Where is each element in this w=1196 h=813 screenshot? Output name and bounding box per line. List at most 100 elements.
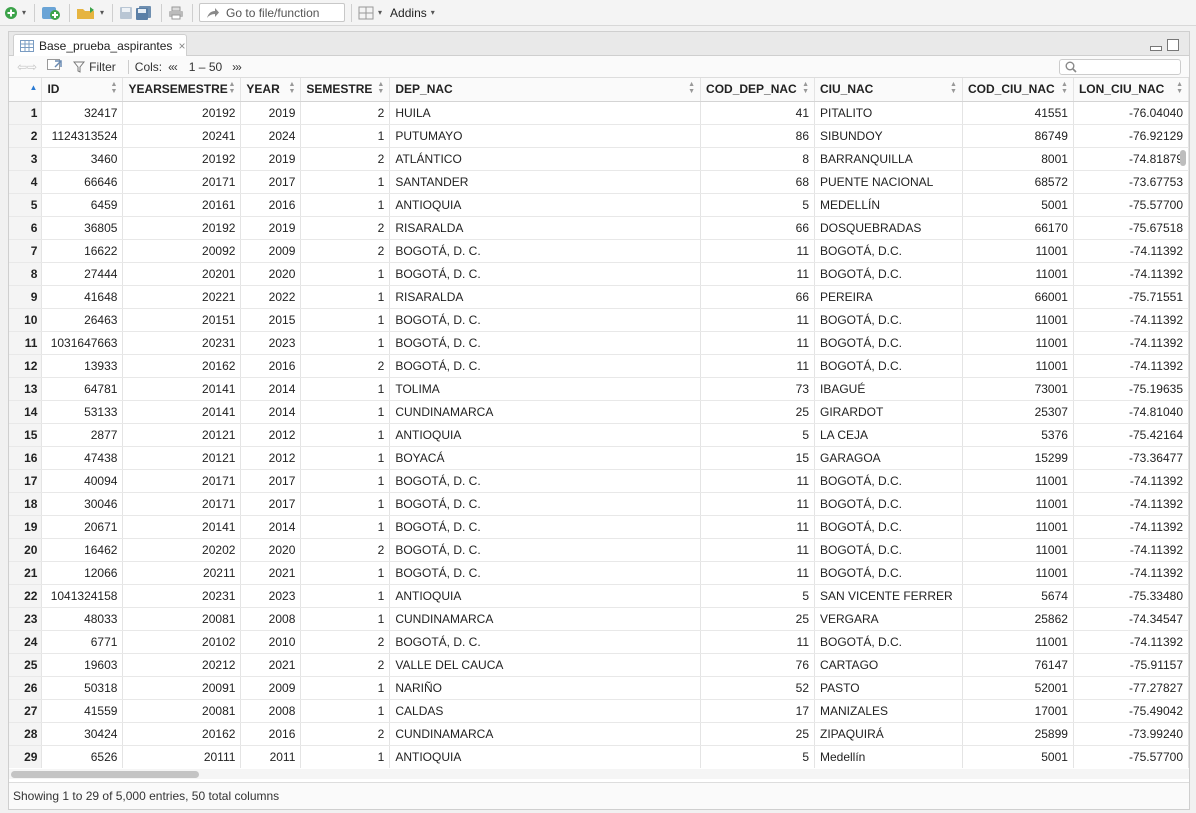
table-cell: 20081 (122, 607, 242, 631)
columns-prev-button[interactable]: «‹ (168, 60, 178, 74)
sort-icon[interactable]: ▲ ▼ (228, 81, 235, 95)
table-cell: -75.57700 (1073, 193, 1189, 217)
table-cell: 11001 (962, 239, 1074, 263)
table-cell: 20141 (122, 400, 242, 424)
table-cell: 20202 (122, 538, 242, 562)
chevron-down-icon[interactable]: ▾ (378, 8, 382, 17)
table-cell: 25 (700, 722, 815, 746)
column-header-dep-nac[interactable]: DEP_NAC ▲ ▼ (389, 78, 702, 102)
table-body: 1 32417 20192 2019 2 HUILA 41 PITALITO 41551 -76.… (9, 101, 1189, 768)
column-header-ciu-nac[interactable]: CIU_NAC ▲ ▼ (814, 78, 963, 102)
table-cell: 2008 (240, 607, 302, 631)
horizontal-scrollbar[interactable] (11, 771, 199, 778)
tab-base-prueba-aspirantes[interactable]: Base_prueba_aspirantes × (13, 34, 187, 56)
sort-icon[interactable]: ▲ ▼ (288, 81, 295, 95)
table-cell: -74.11392 (1073, 239, 1189, 263)
table-cell: ZIPAQUIRÁ (814, 722, 963, 746)
sort-icon[interactable]: ▲ ▼ (377, 81, 384, 95)
sort-icon[interactable]: ▲ ▼ (1061, 81, 1068, 95)
back-forward-icon[interactable]: ⇦⇨ (17, 60, 37, 74)
row-number: 8 (9, 262, 43, 286)
table-cell: -73.36477 (1073, 446, 1189, 470)
table-cell: 11001 (962, 469, 1074, 493)
row-number: 24 (9, 630, 43, 654)
table-row: 7 16622 20092 2009 2 BOGOTÁ, D. C. 11 BOGOTÁ, D… (9, 239, 1189, 263)
table-cell: BOGOTÁ, D. C. (389, 308, 702, 332)
table-cell: BOGOTÁ, D. C. (389, 331, 702, 355)
print-icon[interactable] (168, 3, 184, 23)
table-cell: NARIÑO (389, 676, 702, 700)
table-cell: PASTO (814, 676, 963, 700)
table-cell: VALLE DEL CAUCA (389, 653, 702, 677)
table-cell: -75.67518 (1073, 216, 1189, 240)
table-cell: 20221 (122, 285, 242, 309)
table-header-row: ▲ ID ▲ ▼ YEARSEMESTRE ▲ ▼ YEAR ▲ ▼ SEMESTRE ▲ ▼ DEP_… (9, 78, 1189, 102)
minimize-pane-icon[interactable] (1150, 46, 1162, 51)
table-cell: 20161 (122, 193, 242, 217)
table-cell: BARRANQUILLA (814, 147, 963, 171)
search-input[interactable] (1059, 59, 1181, 75)
column-header-lon-ciu-nac[interactable]: LON_CIU_NAC ▲ ▼ (1073, 78, 1189, 102)
column-header-id[interactable]: ID ▲ ▼ (41, 78, 124, 102)
table-cell: BOGOTÁ, D.C. (814, 354, 963, 378)
new-project-icon[interactable] (41, 3, 61, 23)
table-cell: 1 (300, 285, 391, 309)
vertical-scrollbar[interactable] (1180, 150, 1186, 166)
chevron-down-icon[interactable]: ▾ (22, 8, 26, 17)
column-header-semestre[interactable]: SEMESTRE ▲ ▼ (300, 78, 391, 102)
table-cell: 11 (700, 331, 815, 355)
table-cell: 20171 (122, 469, 242, 493)
table-row: 1 32417 20192 2019 2 HUILA 41 PITALITO 41551 -76.… (9, 101, 1189, 125)
sort-icon[interactable]: ▲ ▼ (802, 81, 809, 95)
columns-next-button[interactable]: ›» (232, 60, 242, 74)
open-folder-icon[interactable]: ▾ (76, 3, 104, 23)
table-cell: -75.33480 (1073, 584, 1189, 608)
data-table: ▲ ID ▲ ▼ YEARSEMESTRE ▲ ▼ YEAR ▲ ▼ SEMESTRE ▲ ▼ DEP_… (9, 78, 1189, 768)
table-cell: 11001 (962, 492, 1074, 516)
new-file-icon[interactable]: ▾ (4, 3, 26, 23)
pane-layout-icon[interactable]: ▾ (358, 3, 382, 23)
popout-window-icon[interactable] (47, 59, 63, 74)
table-cell: 11001 (962, 354, 1074, 378)
table-cell: -73.99240 (1073, 722, 1189, 746)
table-cell: 36805 (41, 216, 124, 240)
row-number: 25 (9, 653, 43, 677)
table-cell: BOGOTÁ, D. C. (389, 515, 702, 539)
chevron-down-icon[interactable]: ▾ (100, 8, 104, 17)
sort-icon[interactable]: ▲ ▼ (1176, 81, 1183, 95)
filter-button[interactable]: Filter (73, 60, 116, 74)
goto-file-function-input[interactable]: Go to file/function (199, 3, 346, 22)
table-row: 8 27444 20201 2020 1 BOGOTÁ, D. C. 11 BOGOTÁ, D… (9, 262, 1189, 286)
table-row: 4 66646 20171 2017 1 SANTANDER 68 PUENTE NACION… (9, 170, 1189, 194)
save-all-icon[interactable] (135, 3, 153, 23)
table-cell: 2024 (240, 124, 302, 148)
row-number-header[interactable]: ▲ (9, 78, 43, 102)
table-cell: 1 (300, 124, 391, 148)
sort-icon[interactable]: ▲ ▼ (111, 81, 118, 95)
addins-menu[interactable]: Addins ▾ (390, 6, 435, 20)
data-viewer-pane: Base_prueba_aspirantes × ⇦⇨ Filter Cols:… (8, 31, 1190, 810)
column-header-year[interactable]: YEAR ▲ ▼ (240, 78, 302, 102)
maximize-pane-icon[interactable] (1167, 39, 1179, 51)
save-icon[interactable] (119, 3, 133, 23)
column-header-yearsemestre[interactable]: YEARSEMESTRE ▲ ▼ (122, 78, 242, 102)
sort-icon[interactable]: ▲ ▼ (950, 81, 957, 95)
close-icon[interactable]: × (178, 39, 185, 53)
table-cell: -75.49042 (1073, 699, 1189, 723)
table-cell: -75.42164 (1073, 423, 1189, 447)
table-row: 5 6459 20161 2016 1 ANTIOQUIA 5 MEDELLÍN 5001 -75… (9, 193, 1189, 217)
table-cell: 25862 (962, 607, 1074, 631)
window-controls (1150, 39, 1179, 51)
table-cell: 66646 (41, 170, 124, 194)
table-cell: PEREIRA (814, 285, 963, 309)
main-toolbar: ▾ ▾ Go to file/function ▾ Addins ▾ (0, 0, 1196, 26)
column-header-cod-ciu-nac[interactable]: COD_CIU_NAC ▲ ▼ (962, 78, 1074, 102)
table-row: 13 64781 20141 2014 1 TOLIMA 73 IBAGUÉ 73001 -75.… (9, 377, 1189, 401)
table-cell: CUNDINAMARCA (389, 400, 702, 424)
table-cell: 2016 (240, 722, 302, 746)
sort-icon[interactable]: ▲ ▼ (688, 81, 695, 95)
column-header-cod-dep-nac[interactable]: COD_DEP_NAC ▲ ▼ (700, 78, 815, 102)
row-number: 22 (9, 584, 43, 608)
table-cell: 20141 (122, 377, 242, 401)
table-cell: 2017 (240, 469, 302, 493)
